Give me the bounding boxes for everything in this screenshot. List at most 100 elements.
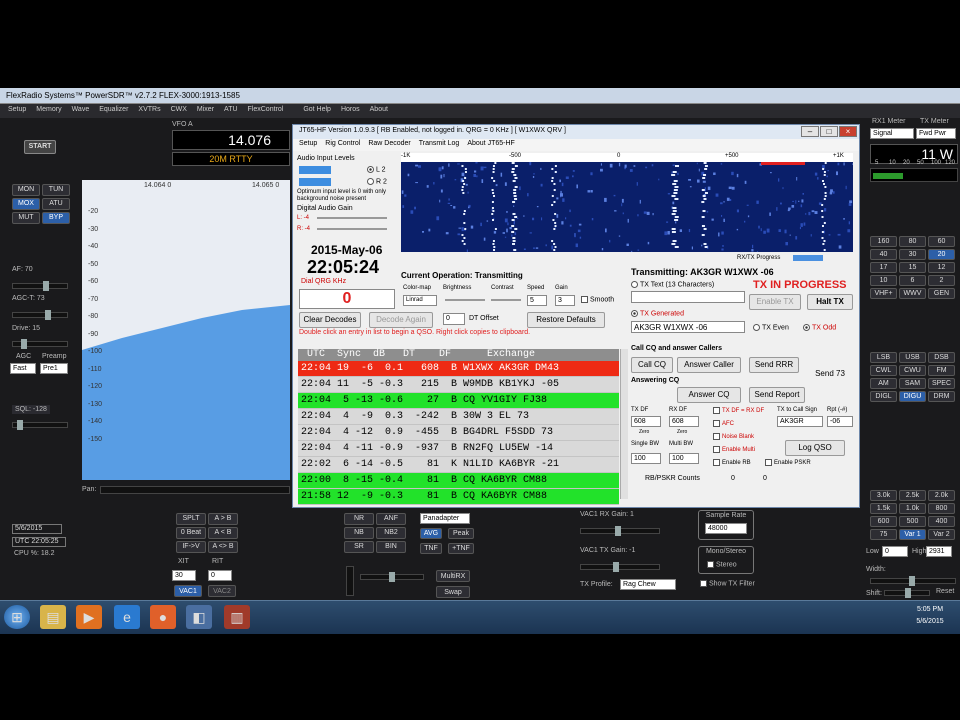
maximize-button[interactable]: □: [820, 126, 838, 137]
afc-checkbox[interactable]: [713, 420, 720, 427]
send-rrr-button[interactable]: Send RRR: [749, 357, 799, 373]
single-bw-spinner[interactable]: 100: [631, 453, 661, 464]
decode-row[interactable]: 22:04 4 -12 0.9 -455 B BG4DRL F5SDD 73: [298, 425, 619, 441]
psdr-menu-item[interactable]: Mixer: [197, 106, 214, 116]
band-button[interactable]: 40: [870, 249, 897, 260]
jt65-menu-item[interactable]: Setup: [299, 140, 317, 150]
send-73-button[interactable]: Send 73: [807, 367, 853, 381]
af-slider[interactable]: [12, 281, 68, 291]
psdr-menu-item[interactable]: ATU: [224, 106, 237, 116]
log-qso-button[interactable]: Log QSO: [785, 440, 845, 456]
demod-mode-button[interactable]: LSB: [870, 352, 897, 363]
filter-button[interactable]: Var 2: [928, 529, 955, 540]
contrast-slider[interactable]: [491, 299, 521, 301]
band-button[interactable]: 17: [870, 262, 897, 273]
psdr-menu-item[interactable]: Wave: [72, 106, 90, 116]
split-button[interactable]: IF->V: [176, 541, 206, 553]
agc-select[interactable]: Fast: [10, 363, 36, 374]
color-map-select[interactable]: Linrad: [403, 295, 437, 306]
jt65-menu-item[interactable]: Rig Control: [325, 140, 360, 150]
filter-button[interactable]: 1.0k: [899, 503, 926, 514]
answer-cq-button[interactable]: Answer CQ: [677, 387, 741, 403]
demod-mode-button[interactable]: FM: [928, 365, 955, 376]
dt-offset-spinner[interactable]: 0: [443, 313, 465, 325]
psdr-menu-item[interactable]: Horos: [341, 106, 360, 116]
band-button[interactable]: 2: [928, 275, 955, 286]
vac1-button[interactable]: VAC1: [174, 585, 202, 597]
powersdr-task-icon[interactable]: ◧: [186, 605, 212, 629]
avg-button[interactable]: AVG: [420, 528, 442, 539]
demod-mode-button[interactable]: SAM: [899, 378, 926, 389]
vac2-button[interactable]: VAC2: [208, 585, 236, 597]
filter-button[interactable]: 800: [928, 503, 955, 514]
pan-slider[interactable]: [100, 486, 290, 494]
send-report-button[interactable]: Send Report: [749, 387, 805, 403]
psdr-menu-item[interactable]: About: [370, 106, 388, 116]
low-value[interactable]: 0: [882, 546, 908, 557]
tx-even-radio[interactable]: [753, 324, 760, 331]
filter-button[interactable]: 75: [870, 529, 897, 540]
decode-list[interactable]: UTC Sync dB DT DF Exchange 22:04 19 -6 0…: [298, 349, 619, 505]
psdr-menu-item[interactable]: Setup: [8, 106, 26, 116]
sample-rate-select[interactable]: 48000: [705, 523, 747, 534]
display-mode-select[interactable]: Panadapter: [420, 513, 470, 524]
filter-button[interactable]: 400: [928, 516, 955, 527]
jt65-task-icon[interactable]: ▥: [224, 605, 250, 629]
band-button[interactable]: 160: [870, 236, 897, 247]
r2-radio[interactable]: [367, 178, 374, 185]
swap-button[interactable]: Swap: [436, 586, 470, 598]
ptnf-button[interactable]: +TNF: [448, 543, 474, 554]
decode-row[interactable]: 22:04 11 -5 -0.3 215 B W9MDB KB1YKJ -05: [298, 377, 619, 393]
filter-button[interactable]: Var 1: [899, 529, 926, 540]
mode-button[interactable]: MON: [12, 184, 40, 196]
enable-pskr-checkbox[interactable]: [765, 459, 772, 466]
demod-mode-button[interactable]: CWU: [899, 365, 926, 376]
panadapter-display[interactable]: -20 -30 -40 -50 -60 -70 -80 -90 -100 -110 -120 -130…: [82, 180, 290, 480]
tx-eq-rx-checkbox[interactable]: [713, 407, 720, 414]
xit-value[interactable]: 30: [172, 570, 196, 581]
multirx-button[interactable]: MultiRX: [436, 570, 470, 582]
multi-bw-spinner[interactable]: 100: [669, 453, 699, 464]
mode-button[interactable]: BYP: [42, 212, 70, 224]
decode-row[interactable]: 22:04 4 -9 0.3 -242 B 30W 3 EL 73: [298, 409, 619, 425]
psdr-menu-item[interactable]: Memory: [36, 106, 61, 116]
noise-blank-checkbox[interactable]: [713, 433, 720, 440]
noise-button[interactable]: NB: [344, 527, 374, 539]
reset-button[interactable]: Reset: [936, 588, 954, 595]
filter-button[interactable]: 1.5k: [870, 503, 897, 514]
band-button[interactable]: 30: [899, 249, 926, 260]
band-button[interactable]: WWV: [899, 288, 926, 299]
tx-df-zero[interactable]: Zero: [639, 429, 649, 435]
enable-rb-checkbox[interactable]: [713, 459, 720, 466]
stereo-checkbox[interactable]: [707, 561, 714, 568]
shift-slider[interactable]: [884, 588, 930, 598]
tx-profile-select[interactable]: Rag Chew: [620, 579, 676, 590]
decode-row[interactable]: 22:02 6 -14 -0.5 81 K N1LID KA6BYR -21: [298, 457, 619, 473]
l2-radio[interactable]: [367, 166, 374, 173]
mode-button[interactable]: ATU: [42, 198, 70, 210]
rpt-input[interactable]: -06: [827, 416, 853, 427]
vfo-a-frequency[interactable]: 14.076: [172, 130, 290, 150]
demod-mode-button[interactable]: CWL: [870, 365, 897, 376]
noise-button[interactable]: NB2: [376, 527, 406, 539]
demod-mode-button[interactable]: SPEC: [928, 378, 955, 389]
clear-decodes-button[interactable]: Clear Decodes: [299, 312, 361, 328]
waterfall-display[interactable]: [401, 162, 853, 252]
enable-multi-checkbox[interactable]: [713, 446, 720, 453]
firefox-icon[interactable]: ●: [150, 605, 176, 629]
tx-text-radio[interactable]: [631, 281, 638, 288]
split-button[interactable]: 0 Beat: [176, 527, 206, 539]
jt65-menu-item[interactable]: Raw Decoder: [368, 140, 410, 150]
decode-row[interactable]: 22:04 4 -11 -0.9 -937 B RN2FQ LU5EW -14: [298, 441, 619, 457]
show-tx-filter-checkbox[interactable]: [700, 580, 707, 587]
split-button[interactable]: SPLT: [176, 513, 206, 525]
demod-mode-button[interactable]: DRM: [928, 391, 955, 402]
decode-again-button[interactable]: Decode Again: [369, 312, 433, 328]
split-button[interactable]: A > B: [208, 513, 238, 525]
preamp-select[interactable]: Pre1: [40, 363, 68, 374]
call-cq-button[interactable]: Call CQ: [631, 357, 673, 373]
l-gain-slider[interactable]: [317, 217, 387, 219]
r-gain-slider[interactable]: [317, 228, 387, 230]
close-button[interactable]: ×: [839, 126, 857, 137]
decode-row[interactable]: 21:58 12 -9 -0.3 81 B CQ KA6BYR CM88: [298, 489, 619, 505]
